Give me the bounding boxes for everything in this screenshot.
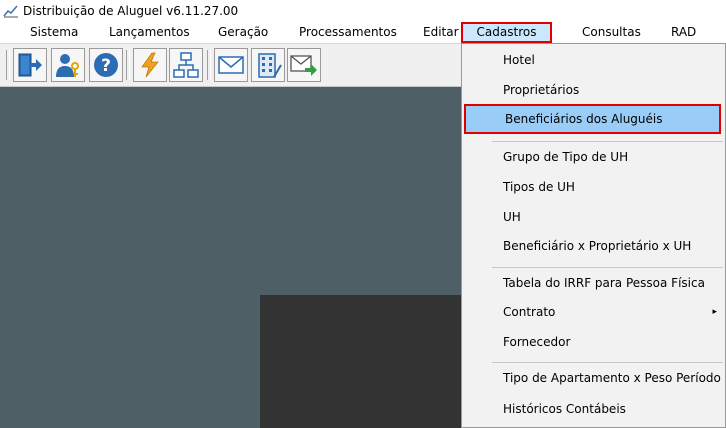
menu-bar: Sistema Lançamentos Geração Processament… (0, 22, 726, 43)
menu-processamentos[interactable]: Processamentos (299, 22, 397, 43)
exit-button[interactable] (13, 48, 47, 82)
toolbar-separator (6, 50, 10, 80)
menu-item-tipos-uh[interactable]: Tipos de UH (462, 172, 725, 202)
menu-item-contrato-label: Contrato (503, 305, 556, 319)
menu-lancamentos[interactable]: Lançamentos (109, 22, 190, 43)
menu-item-grupo-tipo-uh[interactable]: Grupo de Tipo de UH (462, 142, 725, 172)
menu-item-tipo-apartamento-peso[interactable]: Tipo de Apartamento x Peso Período (462, 363, 725, 393)
exit-door-icon (18, 53, 42, 77)
menu-sistema[interactable]: Sistema (30, 22, 78, 43)
menu-item-beneficiarios-alugueis[interactable]: Beneficiários dos Aluguéis (464, 104, 721, 134)
send-mail-button[interactable] (287, 48, 321, 82)
menu-item-uh[interactable]: UH (462, 202, 725, 232)
building-button[interactable] (251, 48, 285, 82)
submenu-arrow-icon: ▸ (712, 307, 717, 317)
menu-editar[interactable]: Editar (423, 22, 459, 43)
lightning-icon (141, 52, 159, 78)
chart-line-icon (3, 5, 18, 18)
org-chart-icon (173, 52, 199, 78)
menu-cadastros[interactable]: Cadastros (461, 22, 552, 43)
help-icon: ? (94, 53, 118, 77)
menu-item-historicos-contabeis[interactable]: Históricos Contábeis (462, 394, 725, 424)
menu-geracao[interactable]: Geração (218, 22, 268, 43)
structure-button[interactable] (169, 48, 203, 82)
menu-item-tabela-irrf[interactable]: Tabela do IRRF para Pessoa Física (462, 268, 725, 298)
cadastros-dropdown-menu: Hotel Proprietários Beneficiários dos Al… (461, 43, 726, 428)
menu-item-contrato[interactable]: Contrato ▸ (462, 297, 725, 327)
mail-button[interactable] (214, 48, 248, 82)
toolbar-separator (207, 50, 211, 80)
menu-item-beneficiario-proprietario-uh[interactable]: Beneficiário x Proprietário x UH (462, 231, 725, 261)
menu-item-proprietarios[interactable]: Proprietários (462, 75, 725, 105)
process-button[interactable] (133, 48, 167, 82)
toolbar-separator (126, 50, 130, 80)
help-button[interactable]: ? (89, 48, 123, 82)
menu-rad[interactable]: RAD (671, 22, 696, 43)
window-title: Distribuição de Aluguel v6.11.27.00 (23, 4, 239, 18)
building-icon (258, 53, 282, 78)
user-key-icon (56, 54, 79, 77)
title-bar: Distribuição de Aluguel v6.11.27.00 (0, 0, 726, 22)
menu-consultas[interactable]: Consultas (582, 22, 641, 43)
menu-item-fornecedor[interactable]: Fornecedor (462, 327, 725, 357)
user-access-button[interactable] (51, 48, 85, 82)
menu-item-hotel[interactable]: Hotel (462, 45, 725, 75)
envelope-icon (218, 56, 244, 74)
mail-send-icon (290, 55, 317, 76)
svg-text:?: ? (101, 56, 111, 76)
